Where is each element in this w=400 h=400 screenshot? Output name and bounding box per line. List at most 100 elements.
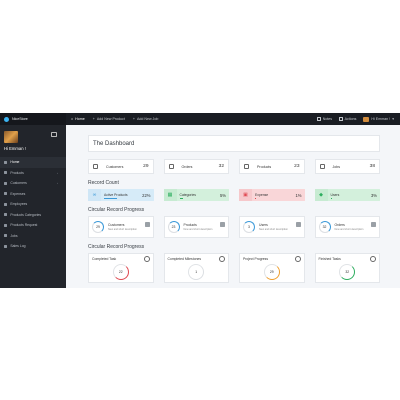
user-settings-icon[interactable] [51, 132, 57, 137]
stat-card-products[interactable]: Products 23 [239, 159, 305, 174]
card-icon [219, 256, 225, 262]
record-icon: ◆ [314, 189, 328, 201]
products-icon [244, 164, 249, 169]
sidebar-item-employees[interactable]: Employees [0, 199, 66, 210]
products-icon [4, 171, 8, 175]
brand-logo-icon [4, 116, 9, 122]
progress-circle: 22 [112, 264, 129, 280]
sidebar-item-expenses[interactable]: Expenses [0, 189, 66, 200]
stat-card-orders[interactable]: Orders 32 [163, 159, 229, 174]
progress-card-customers[interactable]: 29 Customers New and short description [88, 216, 154, 238]
record-progress-bar [330, 198, 333, 199]
sidebar-user-name: Hi Emman ! [4, 146, 26, 151]
progress-circle: 23 [167, 221, 180, 233]
top-navbar: NiceStore ⌂ Home + Add New Product + Add… [0, 113, 400, 125]
request-icon [4, 223, 8, 227]
sidebar-item-label: Products [10, 170, 24, 175]
card-icon [144, 222, 150, 227]
actions-button[interactable]: Actions [339, 117, 356, 121]
progress-title: Customers [108, 222, 125, 227]
nav-add-job-label: Add New Job [136, 117, 159, 121]
progress-card-users[interactable]: 3 Users New and short description [239, 216, 305, 238]
avatar [363, 116, 370, 122]
top-right-menu: Notes Actions Hi Emman ! ▾ [317, 116, 400, 122]
circle-card-finished-tasks[interactable]: Finished Tasks 32 [314, 253, 380, 283]
home-icon [4, 160, 8, 164]
circle-card-project-progress[interactable]: Project Progress 29 [239, 253, 305, 283]
jobs-icon [4, 234, 8, 238]
sidebar-user: Hi Emman ! [0, 125, 66, 157]
record-count-card-expense[interactable]: ▣ Expense 1% [239, 189, 305, 201]
actions-label: Actions [344, 117, 357, 121]
notes-label: Notes [322, 117, 333, 121]
progress-title: Users [259, 222, 268, 227]
sidebar-item-products[interactable]: Products ‹ [0, 168, 66, 179]
sidebar-item-sales-log[interactable]: Sales Log [0, 241, 66, 252]
record-percent: 5% [219, 192, 226, 198]
progress-card-products[interactable]: 23 Products New and short description [163, 216, 229, 238]
record-count-card-active-products[interactable]: ∞ Active Products 22% [88, 189, 154, 201]
circular-progress-heading-2: Circular Record Progress [88, 244, 145, 250]
stat-label: Products [257, 164, 272, 169]
circle-card-completed-milestones[interactable]: Completed Milestones 1 [163, 253, 229, 283]
chevron-left-icon: ‹ [57, 181, 58, 186]
stat-card-customers[interactable]: Customers 29 [88, 159, 154, 174]
stat-card-jobs[interactable]: Jobs 38 [314, 159, 380, 174]
record-percent: 22% [142, 192, 151, 198]
progress-card-orders[interactable]: 32 Orders New and short description [314, 216, 380, 238]
sidebar-item-label: Products Request [10, 223, 38, 228]
brand-name: NiceStore [12, 117, 28, 121]
circle-card-title: Completed Task [92, 257, 117, 261]
sidebar-item-home[interactable]: Home [0, 157, 66, 168]
circle-card-title: Finished Tasks [318, 257, 341, 261]
stat-label: Customers [106, 164, 124, 169]
expenses-icon [4, 192, 8, 196]
record-percent: 3% [370, 192, 377, 198]
nav-add-product[interactable]: + Add New Product [93, 117, 125, 121]
progress-circle: 3 [243, 221, 255, 233]
progress-circle: 29 [92, 221, 104, 233]
stat-label: Orders [181, 164, 193, 169]
card-icon [295, 222, 301, 227]
app-window: NiceStore ⌂ Home + Add New Product + Add… [0, 113, 400, 288]
record-label: Users [330, 193, 340, 197]
sidebar-item-label: Products Categories [10, 212, 42, 217]
nav-add-job[interactable]: + Add New Job [133, 117, 158, 121]
progress-circle: 32 [318, 221, 331, 233]
stat-value: 29 [143, 164, 149, 169]
orders-icon [168, 164, 174, 169]
sidebar-item-label: Home [10, 160, 20, 165]
log-icon [4, 244, 8, 248]
sidebar-item-products-request[interactable]: Products Request [0, 220, 66, 231]
record-label: Active Products [104, 193, 128, 197]
notes-button[interactable]: Notes [317, 117, 332, 121]
avatar[interactable] [4, 131, 18, 143]
employees-icon [4, 202, 8, 206]
circle-card-completed-task[interactable]: Completed Task 22 [88, 253, 154, 283]
stat-label: Jobs [332, 164, 341, 169]
sidebar-item-label: Sales Log [10, 244, 26, 249]
notes-icon [317, 117, 321, 121]
nav-home-label: Home [75, 117, 85, 121]
sidebar-item-jobs[interactable]: Jobs [0, 231, 66, 242]
categories-icon [4, 213, 8, 217]
sidebar-item-products-categories[interactable]: Products Categories [0, 210, 66, 221]
record-count-card-users[interactable]: ◆ Users 3% [314, 189, 380, 201]
progress-text: Products New and short description [184, 223, 213, 232]
record-count-heading: Record Count [88, 180, 119, 186]
actions-icon [339, 117, 343, 121]
progress-text: Customers New and short description [108, 223, 137, 232]
progress-title: Products [183, 222, 197, 227]
user-menu[interactable]: Hi Emman ! ▾ [363, 116, 394, 122]
main-content: The Dashboard Customers 29 Orders 32 Product… [66, 125, 400, 288]
record-label: Categories [179, 193, 196, 197]
top-nav-links: ⌂ Home + Add New Product + Add New Job [66, 117, 158, 121]
circle-card-title: Completed Milestones [167, 257, 202, 261]
record-count-card-categories[interactable]: ▦ Categories 5% [163, 189, 229, 201]
nav-home[interactable]: ⌂ Home [71, 117, 85, 121]
sidebar-item-customers[interactable]: Customers ‹ [0, 178, 66, 189]
brand[interactable]: NiceStore [0, 113, 66, 125]
stat-value: 23 [294, 164, 300, 169]
circle-card-title: Project Progress [243, 257, 269, 261]
page-title: The Dashboard [88, 135, 380, 152]
